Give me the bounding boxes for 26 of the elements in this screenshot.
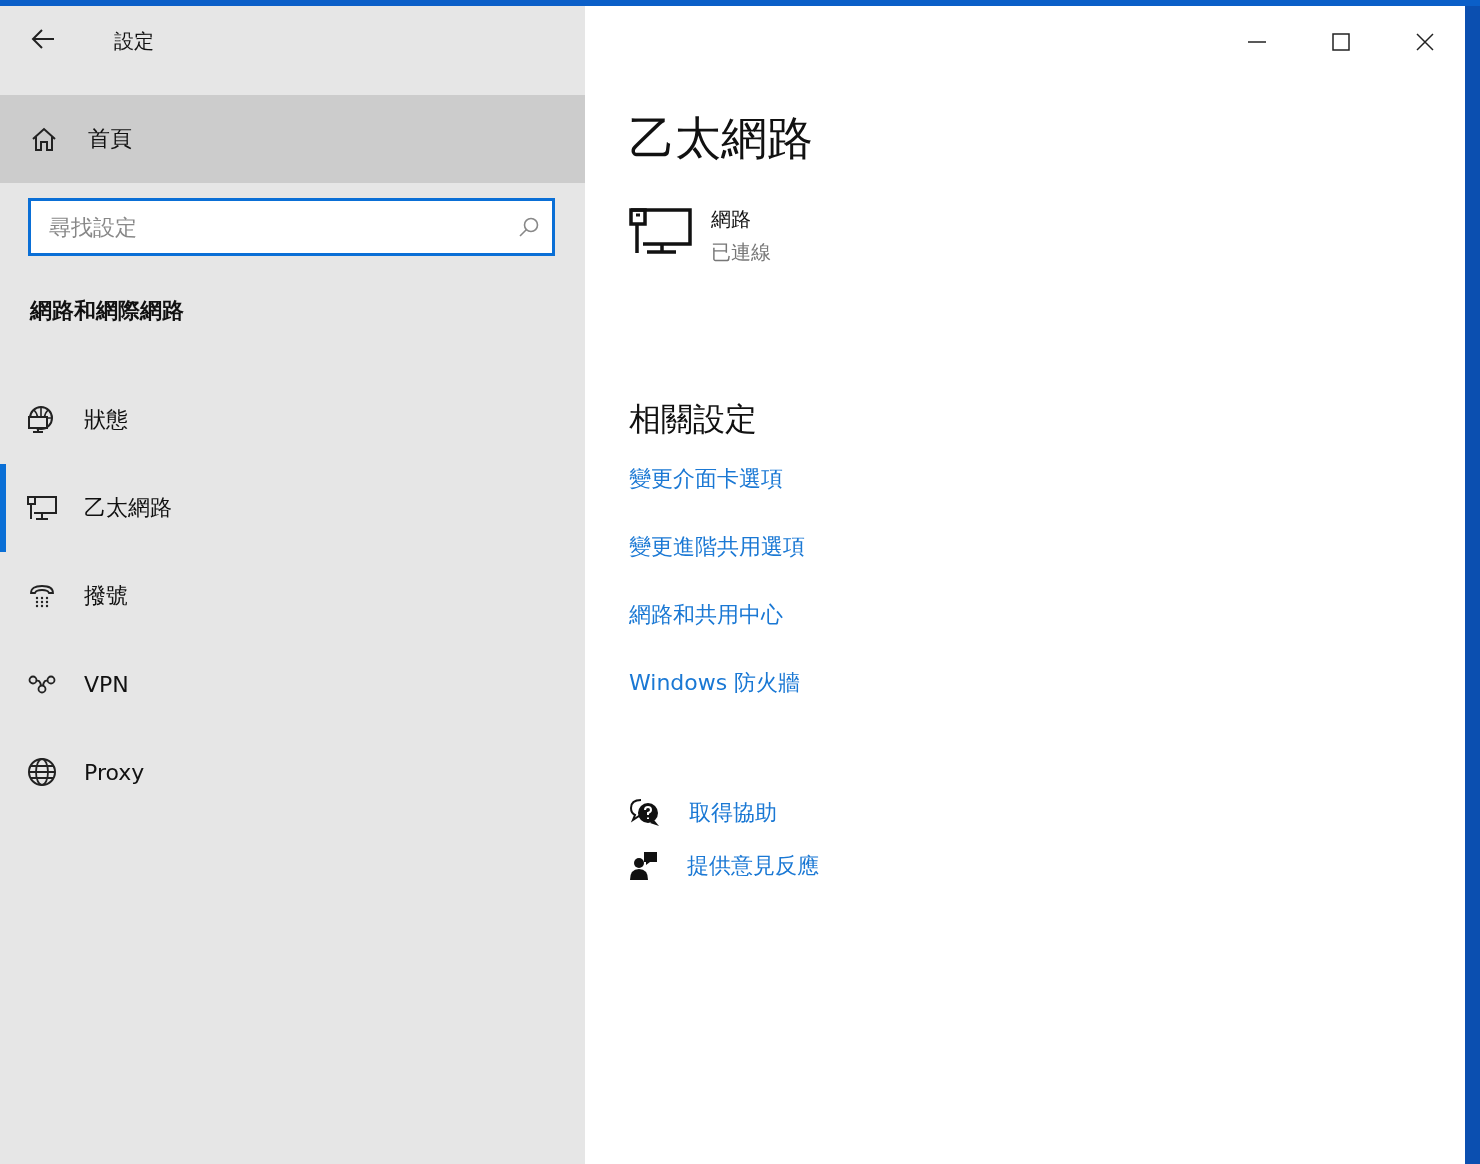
settings-link[interactable]: 變更介面卡選項 bbox=[629, 464, 783, 494]
vpn-icon bbox=[26, 674, 58, 694]
close-icon[interactable] bbox=[1415, 32, 1435, 52]
search-field[interactable]: 尋找設定 bbox=[28, 198, 555, 256]
network-status-item[interactable]: 網路 已連線 bbox=[629, 206, 771, 266]
window-title: 設定 bbox=[114, 28, 154, 55]
ethernet-monitor-icon bbox=[26, 495, 58, 521]
help-link[interactable]: 取得協助 bbox=[689, 798, 777, 828]
help-link[interactable]: 提供意見反應 bbox=[687, 851, 819, 881]
settings-link[interactable]: Windows 防火牆 bbox=[629, 668, 801, 698]
settings-link[interactable]: 網路和共用中心 bbox=[629, 600, 783, 630]
nav-item[interactable]: 狀態 bbox=[0, 376, 585, 464]
nav-item[interactable]: Proxy bbox=[0, 728, 585, 816]
maximize-icon[interactable] bbox=[1331, 32, 1351, 52]
home-nav-item[interactable]: 首頁 bbox=[0, 95, 585, 183]
section-heading: 網路和網際網路 bbox=[30, 297, 185, 325]
home-icon bbox=[30, 126, 58, 152]
back-arrow-icon bbox=[30, 28, 56, 50]
nav-item[interactable]: VPN bbox=[0, 640, 585, 728]
section-heading: 相關設定 bbox=[629, 399, 758, 440]
globe-icon bbox=[26, 756, 58, 788]
settings-link[interactable]: 變更進階共用選項 bbox=[629, 532, 805, 562]
search-icon bbox=[517, 215, 541, 239]
nav-item[interactable]: 撥號 bbox=[0, 552, 585, 640]
page-title: 乙太網路 bbox=[629, 110, 814, 167]
ethernet-monitor-icon bbox=[629, 206, 693, 256]
